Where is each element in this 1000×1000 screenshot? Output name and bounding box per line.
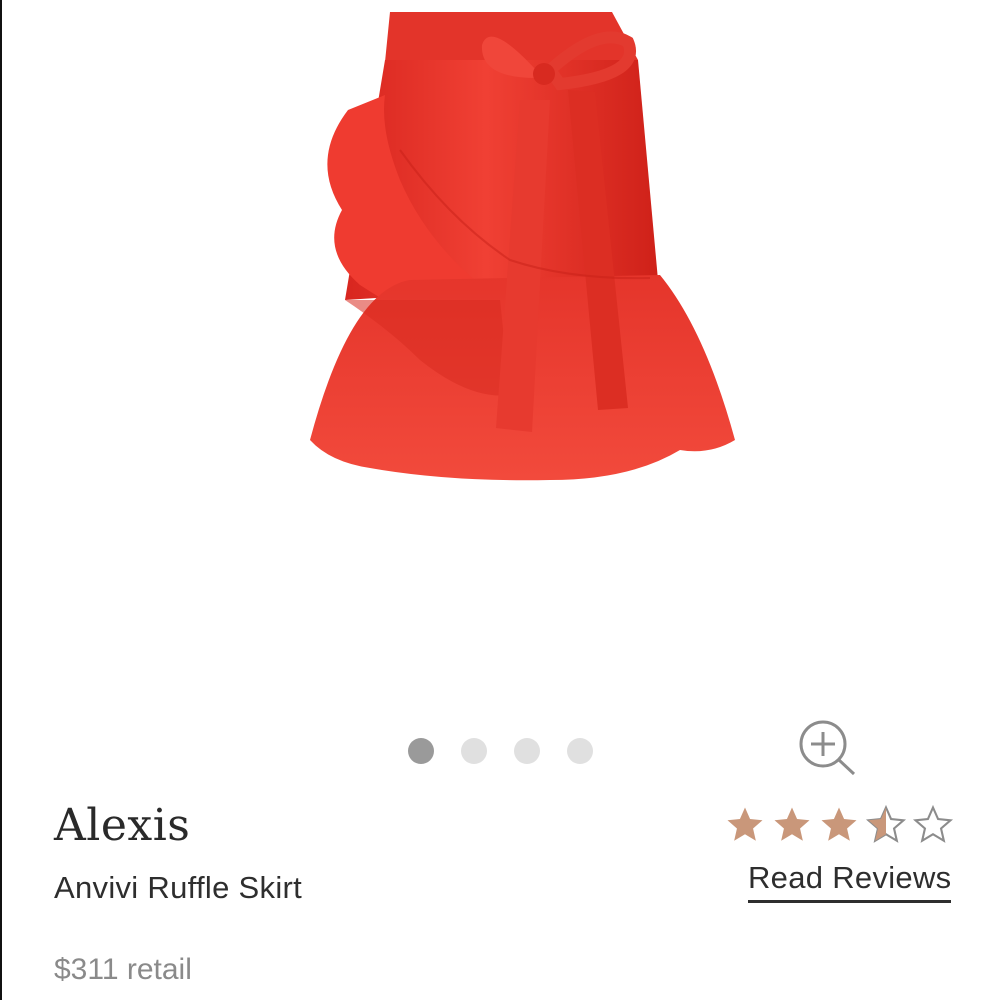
brand-name: Alexis [54, 800, 191, 851]
star-full-icon [774, 807, 810, 841]
star-empty-icon [912, 804, 954, 843]
carousel-dot-1[interactable] [408, 738, 434, 764]
divider [0, 0, 2, 1000]
product-page: Alexis Anvivi Ruffle Skirt $311 retail R… [0, 0, 1000, 1000]
zoom-in-icon[interactable] [796, 718, 860, 778]
star-full-icon [727, 807, 763, 841]
product-image[interactable] [250, 0, 750, 500]
read-reviews-link[interactable]: Read Reviews [748, 860, 952, 903]
carousel-dot-4[interactable] [567, 738, 593, 764]
product-price: $311 retail [54, 953, 192, 986]
star-full-icon [821, 807, 857, 841]
star-half-icon [865, 804, 907, 843]
carousel-dot-2[interactable] [461, 738, 487, 764]
carousel-dot-3[interactable] [514, 738, 540, 764]
product-name: Anvivi Ruffle Skirt [54, 870, 303, 905]
carousel-dots [408, 738, 593, 764]
star-rating [724, 804, 954, 846]
